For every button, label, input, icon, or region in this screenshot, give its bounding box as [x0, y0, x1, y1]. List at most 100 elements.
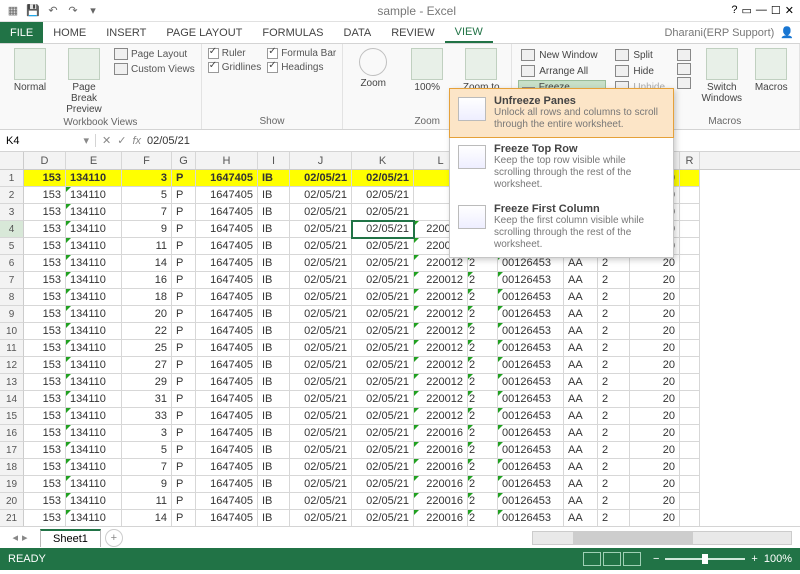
- new-sheet-button[interactable]: +: [105, 529, 123, 547]
- row-header[interactable]: 18: [0, 459, 24, 476]
- page-break-button[interactable]: Page Break Preview: [60, 48, 108, 115]
- cell[interactable]: IB: [258, 357, 290, 374]
- cell[interactable]: 20: [630, 272, 680, 289]
- tab-review[interactable]: REVIEW: [381, 22, 444, 43]
- cell[interactable]: P: [172, 408, 196, 425]
- cell[interactable]: IB: [258, 238, 290, 255]
- cell[interactable]: 02/05/21: [352, 408, 414, 425]
- cell[interactable]: 00126453: [498, 442, 564, 459]
- cell[interactable]: 2: [598, 425, 630, 442]
- cell[interactable]: IB: [258, 425, 290, 442]
- cell[interactable]: 27: [122, 357, 172, 374]
- cell[interactable]: 31: [122, 391, 172, 408]
- cell[interactable]: 2: [598, 510, 630, 526]
- cell[interactable]: 153: [24, 238, 66, 255]
- cell[interactable]: 2: [468, 425, 498, 442]
- col-header-r[interactable]: R: [680, 152, 700, 169]
- cell[interactable]: 02/05/21: [352, 238, 414, 255]
- cell[interactable]: 134110: [66, 204, 122, 221]
- normal-button[interactable]: Normal: [6, 48, 54, 93]
- cell[interactable]: [680, 442, 700, 459]
- cell[interactable]: 134110: [66, 255, 122, 272]
- cell[interactable]: AA: [564, 408, 598, 425]
- cell[interactable]: 20: [630, 510, 680, 526]
- cell[interactable]: P: [172, 374, 196, 391]
- zoom-level[interactable]: 100%: [764, 553, 792, 565]
- cell[interactable]: P: [172, 306, 196, 323]
- cell[interactable]: 1647405: [196, 476, 258, 493]
- row-header[interactable]: 9: [0, 306, 24, 323]
- cell[interactable]: 134110: [66, 391, 122, 408]
- cell[interactable]: 1647405: [196, 204, 258, 221]
- cell[interactable]: 1647405: [196, 493, 258, 510]
- cell[interactable]: 153: [24, 272, 66, 289]
- cell[interactable]: AA: [564, 340, 598, 357]
- cell[interactable]: 1647405: [196, 408, 258, 425]
- cell[interactable]: P: [172, 391, 196, 408]
- cell[interactable]: IB: [258, 340, 290, 357]
- cell[interactable]: 25: [122, 340, 172, 357]
- cell[interactable]: [680, 459, 700, 476]
- cell[interactable]: 2: [468, 340, 498, 357]
- cell[interactable]: 02/05/21: [352, 340, 414, 357]
- cell[interactable]: 02/05/21: [290, 323, 352, 340]
- cell[interactable]: 2: [598, 306, 630, 323]
- page-break-view-icon[interactable]: [623, 552, 641, 566]
- ruler-checkbox[interactable]: Ruler: [208, 48, 261, 59]
- cell[interactable]: 220016: [414, 476, 468, 493]
- cell[interactable]: 2: [468, 459, 498, 476]
- cell[interactable]: 153: [24, 374, 66, 391]
- cell[interactable]: 00126453: [498, 510, 564, 526]
- gridlines-checkbox[interactable]: Gridlines: [208, 62, 261, 73]
- row-header[interactable]: 15: [0, 408, 24, 425]
- cell[interactable]: 20: [630, 476, 680, 493]
- cell[interactable]: 9: [122, 221, 172, 238]
- cell[interactable]: 220012: [414, 306, 468, 323]
- cell[interactable]: 20: [630, 306, 680, 323]
- row-header[interactable]: 21: [0, 510, 24, 526]
- cell[interactable]: 220016: [414, 510, 468, 526]
- cell[interactable]: 20: [630, 408, 680, 425]
- cell[interactable]: 220016: [414, 459, 468, 476]
- cell[interactable]: 2: [598, 323, 630, 340]
- cell[interactable]: 220012: [414, 357, 468, 374]
- formula-value[interactable]: 02/05/21: [147, 135, 190, 147]
- save-icon[interactable]: 💾: [24, 2, 42, 20]
- cell[interactable]: 20: [630, 340, 680, 357]
- cell[interactable]: 20: [630, 493, 680, 510]
- cell[interactable]: 2: [598, 357, 630, 374]
- col-header-g[interactable]: G: [172, 152, 196, 169]
- row-header[interactable]: 11: [0, 340, 24, 357]
- cell[interactable]: 1647405: [196, 238, 258, 255]
- cell[interactable]: [680, 221, 700, 238]
- cell[interactable]: P: [172, 493, 196, 510]
- cell[interactable]: 220012: [414, 323, 468, 340]
- page-layout-button[interactable]: Page Layout: [114, 48, 195, 60]
- cell[interactable]: 2: [468, 323, 498, 340]
- cell[interactable]: IB: [258, 408, 290, 425]
- cell[interactable]: IB: [258, 493, 290, 510]
- cell[interactable]: 153: [24, 408, 66, 425]
- cell[interactable]: 3: [122, 170, 172, 187]
- cell[interactable]: 134110: [66, 323, 122, 340]
- hscroll-thumb[interactable]: [573, 532, 693, 544]
- row-header[interactable]: 8: [0, 289, 24, 306]
- cell[interactable]: 1647405: [196, 425, 258, 442]
- cell[interactable]: 134110: [66, 408, 122, 425]
- cell[interactable]: 134110: [66, 442, 122, 459]
- cell[interactable]: [680, 323, 700, 340]
- cell[interactable]: 00126453: [498, 476, 564, 493]
- cell[interactable]: P: [172, 187, 196, 204]
- cell[interactable]: AA: [564, 510, 598, 526]
- cell[interactable]: 02/05/21: [290, 476, 352, 493]
- cell[interactable]: 5: [122, 187, 172, 204]
- cell[interactable]: P: [172, 221, 196, 238]
- freeze-top-row-item[interactable]: Freeze Top Row Keep the top row visible …: [450, 137, 673, 197]
- cell[interactable]: [680, 357, 700, 374]
- cell[interactable]: [680, 510, 700, 526]
- cell[interactable]: 1647405: [196, 306, 258, 323]
- cell[interactable]: 00126453: [498, 306, 564, 323]
- cell[interactable]: 20: [630, 323, 680, 340]
- zoom-slider[interactable]: [665, 558, 745, 560]
- cell[interactable]: 33: [122, 408, 172, 425]
